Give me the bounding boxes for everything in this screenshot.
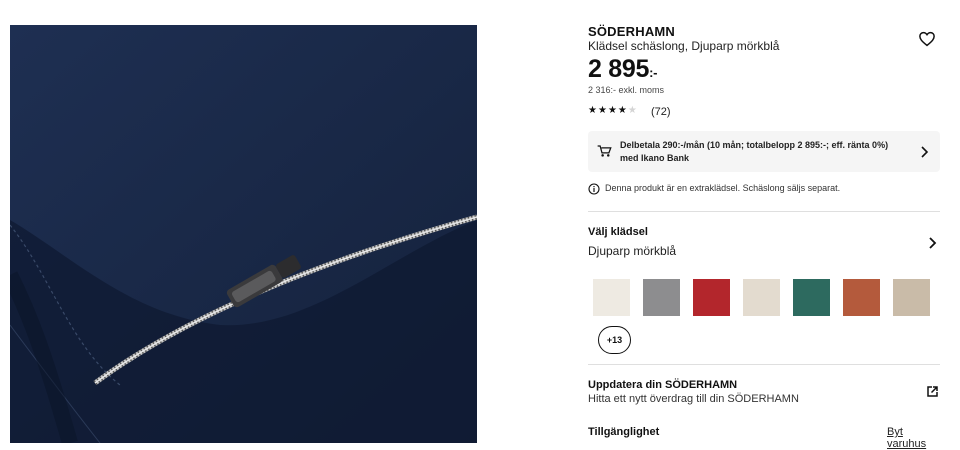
color-swatch[interactable] bbox=[593, 279, 630, 316]
chevron-right-icon[interactable] bbox=[927, 236, 937, 254]
availability-title: Tillgänglighet bbox=[588, 426, 660, 438]
finance-banner[interactable]: Delbetala 290:-/mån (10 mån; totalbelopp… bbox=[588, 131, 940, 172]
product-image[interactable] bbox=[10, 25, 477, 443]
product-brand: SÖDERHAMN bbox=[588, 24, 676, 39]
change-store-link[interactable]: Byt varuhus bbox=[887, 426, 940, 450]
cover-selected-value: Djuparp mörkblå bbox=[588, 244, 677, 258]
heart-icon[interactable] bbox=[918, 30, 936, 48]
star-icon: ★ bbox=[617, 105, 628, 116]
price-suffix: :- bbox=[649, 65, 658, 80]
divider bbox=[588, 364, 940, 365]
divider bbox=[588, 211, 940, 212]
product-description: Klädsel schäslong, Djuparp mörkblå bbox=[588, 39, 780, 53]
cover-selector-title: Välj klädsel bbox=[588, 226, 648, 238]
product-price: 2 895:- bbox=[588, 55, 657, 84]
color-swatch[interactable] bbox=[793, 279, 830, 316]
product-info-panel: SÖDERHAMN Klädsel schäslong, Djuparp mör… bbox=[588, 0, 940, 450]
rating-count[interactable]: (72) bbox=[651, 106, 671, 118]
external-link-icon[interactable] bbox=[926, 385, 939, 403]
price-excl-vat: 2 316:- exkl. moms bbox=[588, 85, 665, 95]
finance-text: Delbetala 290:-/mån (10 mån; totalbelopp… bbox=[620, 140, 889, 163]
rating-stars[interactable]: ★★★★★ bbox=[588, 105, 638, 116]
extra-cover-notice: Denna produkt är en extraklädsel. Schäsl… bbox=[605, 183, 841, 193]
star-icon: ★ bbox=[597, 105, 608, 116]
shopping-cart-icon bbox=[597, 144, 612, 163]
star-icon: ★ bbox=[588, 105, 598, 116]
info-icon bbox=[588, 182, 600, 200]
color-swatch[interactable] bbox=[643, 279, 680, 316]
color-swatch[interactable] bbox=[893, 279, 930, 316]
update-title[interactable]: Uppdatera din SÖDERHAMN bbox=[588, 379, 737, 391]
update-subtitle: Hitta ett nytt överdrag till din SÖDERHA… bbox=[588, 393, 799, 405]
chevron-right-icon bbox=[919, 145, 929, 163]
star-icon: ★ bbox=[627, 105, 638, 116]
color-swatch[interactable] bbox=[693, 279, 730, 316]
price-amount: 2 895 bbox=[588, 55, 650, 83]
color-swatch[interactable] bbox=[743, 279, 780, 316]
more-colors-button[interactable]: +13 bbox=[598, 326, 631, 354]
color-swatch[interactable] bbox=[843, 279, 880, 316]
star-icon: ★ bbox=[607, 105, 618, 116]
